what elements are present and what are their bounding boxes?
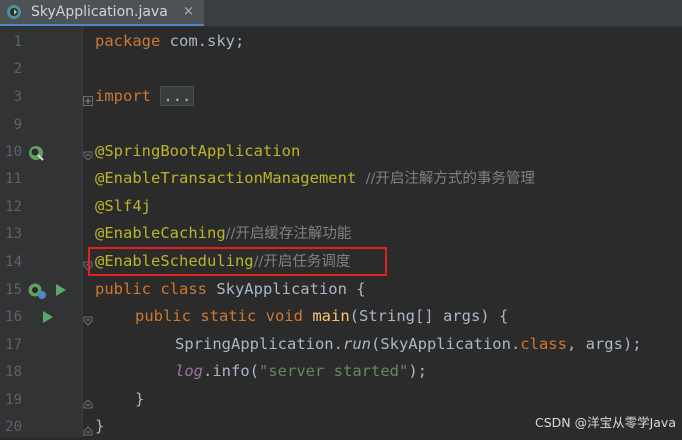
code-line: 19 } <box>0 386 682 413</box>
spring-boot-icon[interactable] <box>27 144 47 166</box>
code-editor[interactable]: 1 package com.sky; 2 3 import ... 9 10 @… <box>0 27 682 437</box>
editor-tab-bar: SkyApplication.java × <box>0 0 682 27</box>
expand-fold-icon[interactable] <box>83 91 93 106</box>
comment: //开启注解方式的事务管理 <box>365 171 535 187</box>
line-number: 17 <box>5 337 22 353</box>
code-text: ); <box>408 362 427 380</box>
watermark: CSDN @洋宝从零学Java <box>534 415 676 430</box>
line-number: 3 <box>13 89 22 105</box>
line-number: 19 <box>5 392 22 408</box>
code-line: 16 public static void main(String[] args… <box>0 303 682 330</box>
code-text: } <box>135 390 145 408</box>
tab-skyapplication[interactable]: SkyApplication.java × <box>0 0 204 26</box>
code-text: com.sky; <box>160 32 245 50</box>
code-text: (SkyApplication. <box>370 335 521 353</box>
code-line: 15 public class SkyApplication { <box>0 276 682 303</box>
line-number: 16 <box>5 309 22 325</box>
code-line: 18 log.info("server started"); <box>0 358 682 385</box>
annotation: @EnableCaching <box>95 224 226 242</box>
line-number: 1 <box>13 34 22 50</box>
line-number: 13 <box>5 226 22 242</box>
code-text: SpringApplication. <box>175 335 343 353</box>
code-line: 17 SpringApplication.run(SkyApplication.… <box>0 331 682 358</box>
keyword: public static void <box>135 307 303 325</box>
line-number: 15 <box>5 282 22 298</box>
code-line: 10 @SpringBootApplication <box>0 138 682 165</box>
tab-title: SkyApplication.java <box>31 4 168 20</box>
run-icon[interactable] <box>55 282 67 301</box>
line-number: 12 <box>5 199 22 215</box>
spring-java-class-icon <box>6 4 22 20</box>
log-field: log <box>175 362 203 380</box>
keyword: package <box>95 32 161 50</box>
line-number: 10 <box>5 144 22 160</box>
collapsed-imports[interactable]: ... <box>160 86 195 106</box>
annotation: @EnableTransactionManagement <box>95 169 357 187</box>
method-call: run <box>342 335 371 353</box>
annotation: @SpringBootApplication <box>95 142 301 160</box>
code-text: (String[] args) { <box>349 307 509 325</box>
line-number: 18 <box>5 364 22 380</box>
code-line: 13 @EnableCaching//开启缓存注解功能 <box>0 220 682 247</box>
spring-bean-icon[interactable] <box>27 282 49 304</box>
line-number: 20 <box>5 419 22 435</box>
code-line: 11 @EnableTransactionManagement //开启注解方式… <box>0 165 682 192</box>
code-text: } <box>95 417 105 435</box>
code-line: 12 @Slf4j <box>0 193 682 220</box>
string-literal: "server started" <box>259 362 409 380</box>
keyword: class <box>520 335 567 353</box>
code-line: 1 package com.sky; <box>0 28 682 55</box>
line-number: 9 <box>13 117 22 133</box>
code-text: SkyApplication { <box>206 280 366 298</box>
close-tab-icon[interactable]: × <box>183 2 194 22</box>
fold-end-icon[interactable] <box>83 421 93 436</box>
collapse-fold-icon[interactable] <box>83 146 93 161</box>
keyword: import <box>95 87 151 105</box>
run-icon[interactable] <box>42 309 54 328</box>
fold-end-icon[interactable] <box>83 394 93 409</box>
comment: //开启缓存注解功能 <box>225 226 352 242</box>
collapse-fold-icon[interactable] <box>83 311 93 326</box>
line-number: 2 <box>13 61 22 77</box>
code-line: 2 <box>0 55 682 82</box>
line-number: 14 <box>5 254 22 270</box>
keyword: public class <box>95 280 207 298</box>
code-line: 9 <box>0 111 682 138</box>
code-text: .info( <box>203 362 259 380</box>
highlight-box <box>88 247 387 276</box>
code-line: 3 import ... <box>0 83 682 110</box>
method-name: main <box>312 307 350 325</box>
annotation: @Slf4j <box>95 197 151 215</box>
line-number: 11 <box>5 171 22 187</box>
code-text: , args); <box>566 335 642 353</box>
